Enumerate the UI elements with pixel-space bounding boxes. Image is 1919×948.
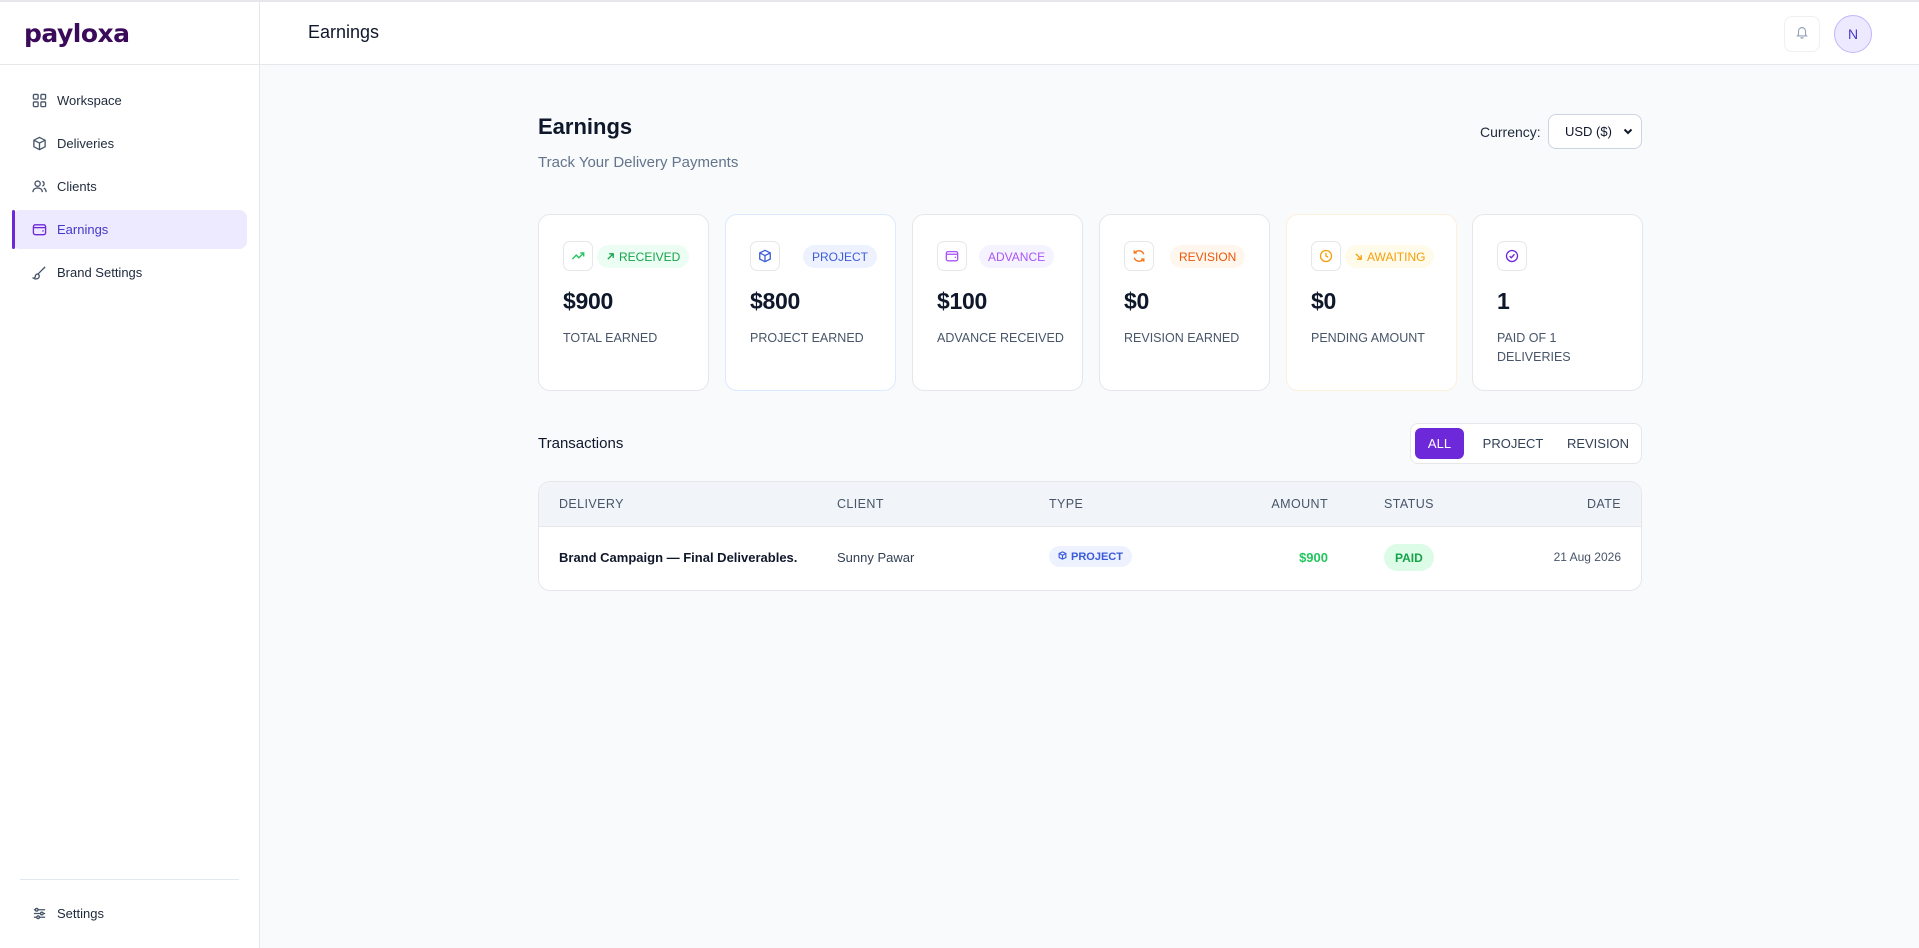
sidebar-item-settings[interactable]: Settings (12, 895, 247, 931)
badge-label: AWAITING (1367, 249, 1426, 264)
currency-select[interactable]: USD ($) (1548, 114, 1642, 149)
stat-card-paid-deliveries: 1 PAID OF 1 DELIVERIES (1472, 214, 1643, 391)
arrow-up-right-icon (606, 250, 615, 264)
transactions-title: Transactions (538, 435, 624, 452)
stat-card-advance-received: ADVANCE $100 ADVANCE RECEIVED (912, 214, 1083, 391)
stat-amount: $0 (1311, 288, 1336, 314)
stat-label: REVISION EARNED (1124, 331, 1240, 345)
users-icon (31, 179, 47, 195)
box-icon (1058, 550, 1067, 563)
table-header: DELIVERY CLIENT TYPE AMOUNT STATUS DATE (539, 482, 1641, 527)
box-icon (31, 136, 47, 152)
cell-date: 21 Aug 2026 (1553, 550, 1621, 564)
currency-value: USD ($) (1565, 124, 1612, 139)
status-badge: ADVANCE (979, 245, 1055, 268)
header-title: Earnings (308, 22, 380, 42)
wallet-icon (937, 241, 967, 271)
type-label: PROJECT (1071, 550, 1123, 563)
cell-delivery: Brand Campaign — Final Deliverables. (559, 550, 798, 565)
chevron-down-icon (1623, 124, 1633, 139)
stat-amount: $900 (563, 288, 613, 314)
stat-amount: 1 (1497, 288, 1510, 314)
sidebar-nav: Workspace Deliveries Clients Earnings Br… (0, 65, 259, 292)
stat-card-project-earned: PROJECT $800 PROJECT EARNED (725, 214, 896, 391)
arrow-down-right-icon (1354, 250, 1363, 264)
type-chip: PROJECT (1049, 546, 1132, 567)
column-header-delivery[interactable]: DELIVERY (559, 497, 624, 511)
stat-label: TOTAL EARNED (563, 331, 658, 345)
stat-card-total-earned: RECEIVED $900 TOTAL EARNED (538, 214, 709, 391)
notifications-button[interactable] (1784, 16, 1820, 52)
column-header-type[interactable]: TYPE (1049, 497, 1083, 511)
sidebar-item-label: Earnings (57, 222, 109, 237)
tab-all[interactable]: ALL (1415, 428, 1464, 459)
trending-up-icon (563, 241, 593, 271)
stat-label: PROJECT EARNED (750, 331, 864, 345)
stat-label: ADVANCE RECEIVED (937, 331, 1064, 345)
sliders-icon (31, 905, 47, 921)
stat-amount: $100 (937, 288, 987, 314)
sidebar-item-clients[interactable]: Clients (12, 167, 247, 206)
badge-label: REVISION (1179, 249, 1237, 264)
transactions-filter-tabs: ALL PROJECT REVISION (1410, 423, 1642, 464)
cell-client: Sunny Pawar (837, 550, 915, 565)
stat-card-pending-amount: AWAITING $0 PENDING AMOUNT (1286, 214, 1457, 391)
transactions-table: DELIVERY CLIENT TYPE AMOUNT STATUS DATE … (538, 481, 1642, 591)
sidebar-item-earnings[interactable]: Earnings (12, 210, 247, 249)
currency-label: Currency: (1480, 124, 1541, 140)
sidebar-item-label: Workspace (57, 93, 122, 108)
sidebar-item-workspace[interactable]: Workspace (12, 81, 247, 120)
sidebar-item-label: Clients (57, 179, 97, 194)
sidebar-item-deliveries[interactable]: Deliveries (12, 124, 247, 163)
tab-revision[interactable]: REVISION (1557, 428, 1639, 459)
tab-project[interactable]: PROJECT (1472, 428, 1554, 459)
badge-label: ADVANCE (988, 249, 1046, 264)
column-header-date[interactable]: DATE (1587, 497, 1621, 511)
status-badge: AWAITING (1345, 245, 1435, 268)
badge-label: RECEIVED (619, 249, 681, 264)
sidebar-divider (20, 879, 239, 880)
top-header: Earnings N (260, 2, 1919, 65)
sidebar-item-label: Brand Settings (57, 265, 143, 280)
column-header-status[interactable]: STATUS (1384, 497, 1434, 511)
stat-card-revision-earned: REVISION $0 REVISION EARNED (1099, 214, 1270, 391)
box-icon (750, 241, 780, 271)
sidebar: payloxa Workspace Deliveries Clients Ear… (0, 2, 260, 948)
status-badge: PAID (1384, 544, 1434, 571)
brand-bar: payloxa (0, 2, 259, 65)
status-badge: REVISION (1170, 245, 1246, 268)
status-badge: PROJECT (803, 245, 878, 268)
stat-label: PAID OF 1 DELIVERIES (1497, 331, 1571, 364)
column-header-amount[interactable]: AMOUNT (1271, 497, 1328, 511)
stat-label: PENDING AMOUNT (1311, 331, 1425, 345)
grid-icon (31, 93, 47, 109)
settings-label: Settings (57, 905, 104, 921)
wallet-icon (31, 222, 47, 238)
page-title: Earnings (538, 114, 633, 139)
sidebar-item-brand-settings[interactable]: Brand Settings (12, 253, 247, 292)
column-header-client[interactable]: CLIENT (837, 497, 884, 511)
brand-logo[interactable]: payloxa (24, 19, 130, 48)
sidebar-item-label: Deliveries (57, 136, 115, 151)
stat-amount: $0 (1124, 288, 1149, 314)
cell-amount: $900 (1299, 550, 1328, 565)
refresh-icon (1124, 241, 1154, 271)
status-badge: RECEIVED (597, 245, 690, 268)
clock-icon (1311, 241, 1341, 271)
brush-icon (31, 265, 47, 281)
user-avatar[interactable]: N (1834, 15, 1872, 53)
bell-icon (1795, 25, 1809, 44)
page-subtitle: Track Your Delivery Payments (538, 154, 739, 171)
stat-amount: $800 (750, 288, 800, 314)
check-circle-icon (1497, 241, 1527, 271)
badge-label: PROJECT (812, 249, 869, 264)
